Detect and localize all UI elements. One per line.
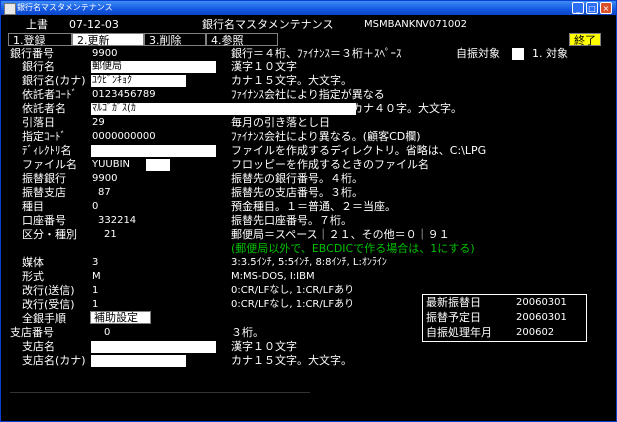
app-window: 銀行名マスタメンテナンス _ □ × 上書 07-12-03 銀行名マスタメンテ… (0, 0, 617, 422)
media-desc: 3:3.5ｲﾝﾁ, 5:5ｲﾝﾁ, 8:8ｲﾝﾁ, L:ｵﾝﾗｲﾝ (231, 257, 387, 268)
latest-transfer-label: 最新振替日 (426, 296, 481, 309)
screen-title: 銀行名マスタメンテナンス (202, 18, 334, 31)
transfer-bank-desc: 振替先の銀行番号。４桁。 (231, 172, 363, 185)
transfer-bank-value[interactable]: 9900 (92, 172, 117, 185)
transfer-bank-label: 振替銀行 (22, 172, 66, 185)
menu-delete[interactable]: 3.削除 (144, 33, 206, 47)
newline-recv-desc: 0:CR/LFなし, 1:CR/LFあり (231, 299, 355, 310)
program-id: MSMBANKN (364, 19, 423, 30)
branch-kana-desc: カナ１５文字。大文字。 (231, 354, 352, 367)
process-month-label: 自振処理年月 (426, 326, 492, 339)
format-desc: M:MS-DOS, I:IBM (231, 271, 315, 282)
scheduled-transfer-label: 振替予定日 (426, 311, 481, 324)
branch-name-field[interactable] (91, 341, 216, 353)
deposit-type-value[interactable]: 0 (92, 200, 98, 213)
status-field (10, 392, 310, 407)
directory-label: ﾃﾞｨﾚｸﾄﾘ名 (22, 144, 72, 157)
date-label: 07-12-03 (69, 18, 119, 31)
account-number-value[interactable]: 332214 (98, 214, 136, 227)
bank-kana-label: 銀行名(カナ) (22, 74, 86, 87)
newline-send-value[interactable]: 1 (92, 284, 98, 297)
consignor-code-label: 依託者ｺｰﾄﾞ (22, 88, 77, 101)
deposit-type-desc: 預金種目。１＝普通、２＝当座。 (231, 200, 396, 213)
deposit-type-label: 種目 (22, 200, 44, 213)
latest-transfer-value: 20060301 (516, 297, 567, 308)
category-label: 区分・種別 (22, 228, 77, 241)
consignor-code-desc: ﾌｧｲﾅﾝｽ会社により指定が異なる (231, 88, 385, 101)
account-number-desc: 振替先口座番号。７桁。 (231, 214, 352, 227)
app-icon (4, 3, 16, 15)
minimize-button[interactable]: _ (572, 2, 584, 14)
menu-view[interactable]: 4.参照 (206, 33, 278, 47)
bank-kana-desc: カナ１５文字。大文字。 (231, 74, 352, 87)
menu-register[interactable]: 1.登録 (8, 33, 72, 47)
menu-update[interactable]: 2.更新 (72, 33, 144, 47)
exit-button[interactable]: 終了 (569, 33, 601, 47)
account-number-label: 口座番号 (22, 214, 66, 227)
consignor-code-value[interactable]: 0123456789 (92, 88, 156, 101)
scheduled-transfer-value: 20060301 (516, 312, 567, 323)
filename-desc: フロッピーを作成するときのファイル名 (231, 158, 429, 171)
format-label: 形式 (22, 270, 44, 283)
bank-name-desc: 漢字１０文字 (231, 60, 297, 73)
bank-kana-field[interactable]: ﾕｳﾋﾞﾝｷｮｸ (91, 75, 186, 87)
newline-recv-label: 改行(受信) (22, 298, 75, 311)
format-value[interactable]: M (92, 270, 101, 283)
transfer-branch-label: 振替支店 (22, 186, 66, 199)
branch-name-desc: 漢字１０文字 (231, 340, 297, 353)
flag-option: 1. 対象 (532, 47, 568, 60)
category-value[interactable]: 21 (104, 228, 117, 241)
flag-label: 自振対象 (456, 47, 500, 60)
ebcdic-note: (郵便局以外で、EBCDICで作る場合は、1にする) (231, 242, 475, 255)
process-month-value: 200602 (516, 327, 555, 338)
maximize-button[interactable]: □ (586, 2, 598, 14)
zengin-label: 全銀手順 (22, 312, 66, 325)
debit-day-desc: 毎月の引き落とし日 (231, 116, 330, 129)
consignor-name-label: 依託者名 (22, 102, 66, 115)
newline-send-desc: 0:CR/LFなし, 1:CR/LFあり (231, 285, 355, 296)
transfer-branch-desc: 振替先の支店番号。３桁。 (231, 186, 363, 199)
directory-field[interactable] (91, 145, 216, 157)
form-area: 上書 07-12-03 銀行名マスタメンテナンス MSMBANKN V07100… (4, 16, 615, 421)
flag-checkbox[interactable] (512, 48, 524, 60)
debit-day-label: 引落日 (22, 116, 55, 129)
designated-code-label: 指定ｺｰﾄﾞ (22, 130, 66, 143)
branch-number-value[interactable]: 0 (104, 326, 110, 339)
title-bar[interactable]: 銀行名マスタメンテナンス _ □ × (1, 1, 616, 15)
transfer-info-box: 最新振替日 20060301 振替予定日 20060301 自振処理年月 200… (422, 294, 587, 342)
filename-value[interactable]: YUUBIN (92, 158, 130, 171)
directory-desc: ファイルを作成するディレクトリ。省略は、C:\LPG (231, 144, 487, 157)
category-desc: 郵便局＝スペース｜２１、その他＝０｜９１ (231, 228, 450, 241)
media-value[interactable]: 3 (92, 256, 98, 269)
branch-number-desc: ３桁。 (231, 326, 264, 339)
bank-number-desc: 銀行＝４桁、ﾌｧｲﾅﾝｽ＝３桁＋ｽﾍﾟｰｽ (231, 47, 402, 60)
bank-number-value[interactable]: 9900 (92, 47, 117, 60)
aux-settings-button[interactable]: 補助設定 (90, 311, 151, 324)
designated-code-desc: ﾌｧｲﾅﾝｽ会社により異なる。(顧客CD欄) (231, 130, 421, 143)
consignor-name-field[interactable]: ﾏﾙｺﾞｶﾞｽ(ｶ (91, 103, 356, 115)
newline-send-label: 改行(送信) (22, 284, 75, 297)
bank-number-label: 銀行番号 (10, 47, 54, 60)
close-button[interactable]: × (600, 2, 612, 14)
newline-recv-value[interactable]: 1 (92, 298, 98, 311)
media-label: 媒体 (22, 256, 44, 269)
bank-name-field[interactable]: 郵便局 (91, 61, 216, 73)
branch-kana-label: 支店名(カナ) (22, 354, 86, 367)
window-title: 銀行名マスタメンテナンス (17, 3, 113, 12)
filename-ext-field[interactable] (146, 159, 170, 171)
mode-label: 上書 (26, 18, 48, 31)
branch-number-label: 支店番号 (10, 326, 54, 339)
filename-label: ファイル名 (22, 158, 77, 171)
branch-kana-field[interactable] (91, 355, 186, 367)
version-label: V071002 (422, 19, 468, 30)
consignor-name-desc: カナ４０字。大文字。 (352, 102, 462, 115)
bank-name-label: 銀行名 (22, 60, 55, 73)
designated-code-value[interactable]: 0000000000 (92, 130, 156, 143)
branch-name-label: 支店名 (22, 340, 55, 353)
transfer-branch-value[interactable]: 87 (98, 186, 111, 199)
debit-day-value[interactable]: 29 (92, 116, 105, 129)
